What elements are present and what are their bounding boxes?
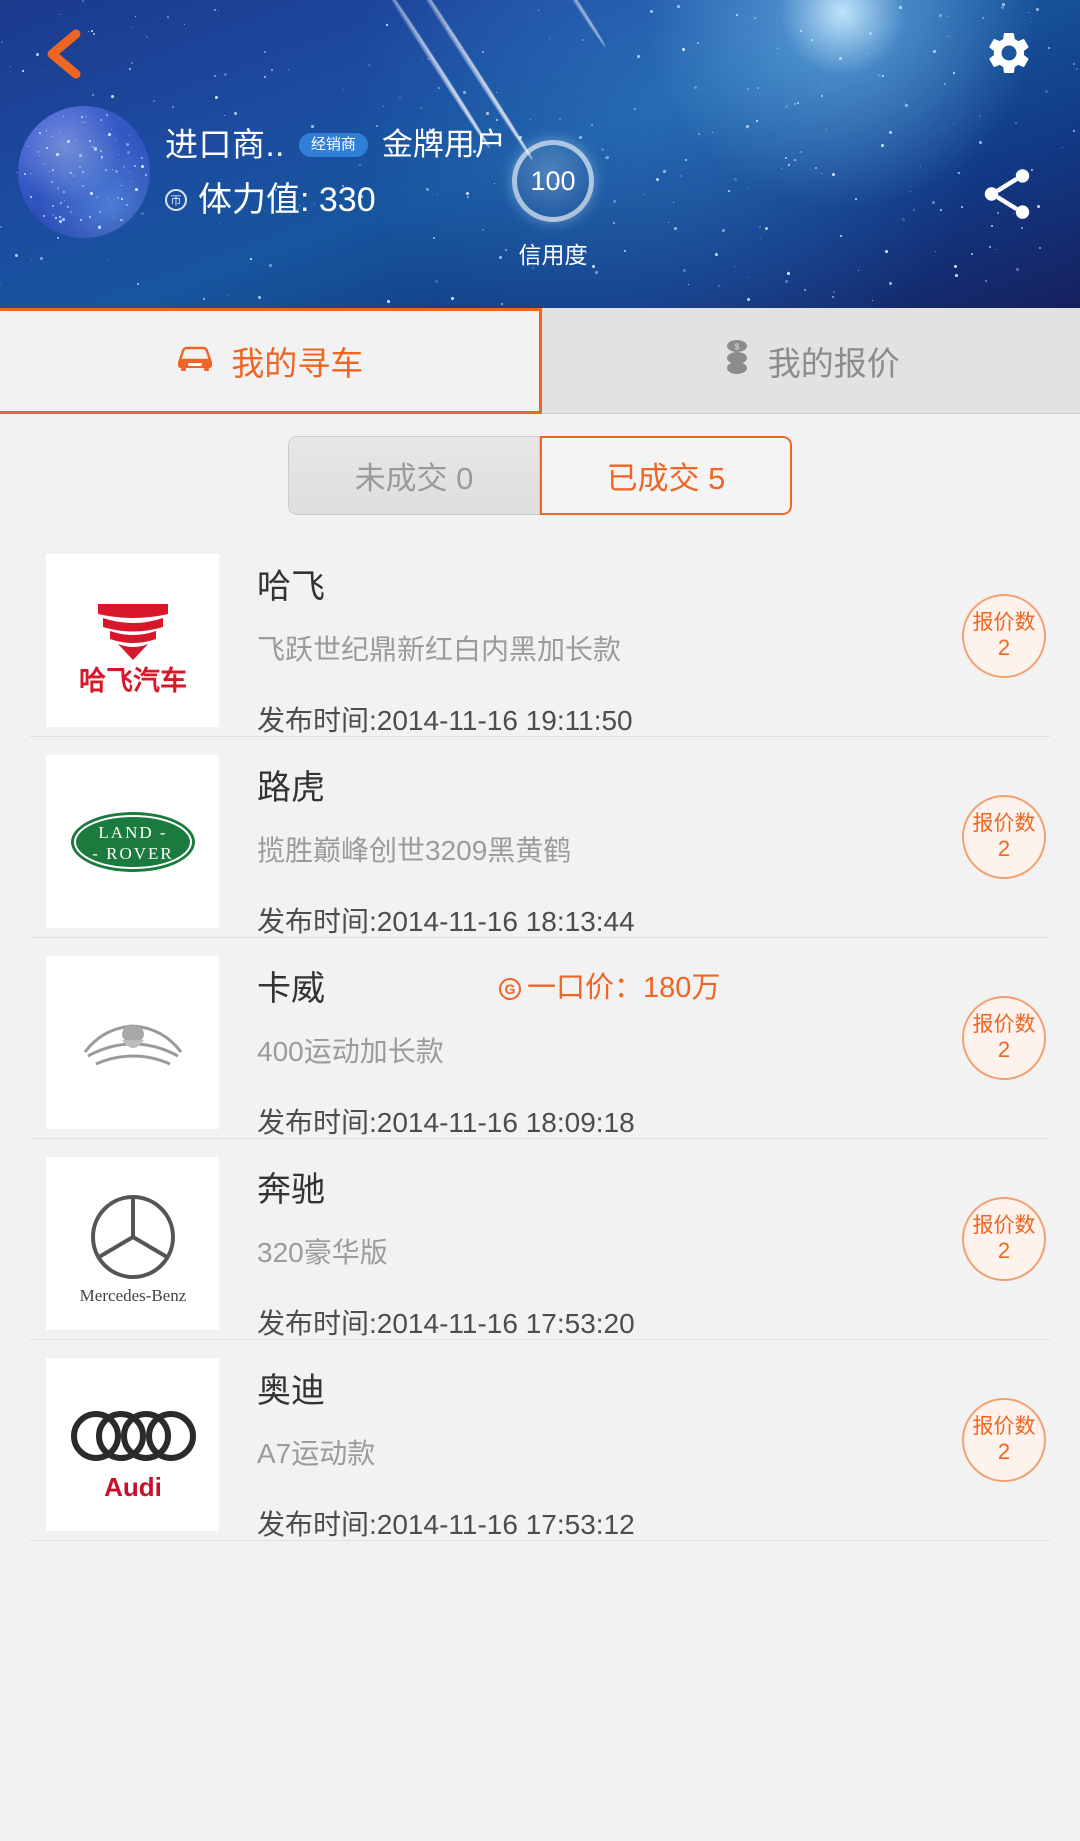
car-request-row[interactable]: 哈飞汽车 哈飞飞跃世纪鼎新红白内黑加长款 发布时间:2014-11-16 19:11… (30, 536, 1050, 737)
quote-badge-label: 报价数 (972, 1213, 1036, 1237)
car-info: 奥迪 A7运动款发布时间:2014-11-16 17:53:12 (219, 1358, 1050, 1539)
credit-score-value: 100 (530, 165, 576, 196)
car-model-desc: 飞跃世纪鼎新红白内黑加长款 (257, 634, 622, 665)
car-info: 哈飞飞跃世纪鼎新红白内黑加长款 发布时间:2014-11-16 19:11:50 (219, 554, 1050, 735)
quote-count-badge[interactable]: 报价数 2 (962, 795, 1046, 879)
avatar[interactable] (18, 106, 150, 238)
brand-logo: LAND - - ROVER (46, 755, 219, 928)
quote-count-badge[interactable]: 报价数 2 (962, 1197, 1046, 1281)
quote-badge-label: 报价数 (972, 1414, 1036, 1438)
car-request-list: 哈飞汽车 哈飞飞跃世纪鼎新红白内黑加长款 发布时间:2014-11-16 19:11… (0, 536, 1080, 1541)
car-info: 奔驰 320豪华版发布时间:2014-11-16 17:53:20 (219, 1157, 1050, 1338)
quote-badge-label: 报价数 (972, 610, 1036, 634)
tab-my-quotes[interactable]: $ 我的报价 (541, 308, 1080, 414)
credit-score-circle: 100 (512, 140, 594, 222)
credit-score-widget[interactable]: 100 信用度 (512, 140, 594, 270)
car-model-desc: A7运动款 (257, 1438, 376, 1469)
car-info: 卡威 G 一口价：180万 400运动加长款 发布时间:2014-11-16 18:09… (219, 956, 1050, 1137)
car-request-row[interactable]: Mercedes-Benz 奔驰 320豪华版发布时间:2014-11-16 17:… (30, 1139, 1050, 1340)
back-button[interactable] (34, 22, 98, 86)
car-brand-name: 奔驰 (257, 1171, 325, 1209)
svg-text:LAND -: LAND - (98, 823, 167, 842)
quote-badge-label: 报价数 (972, 1012, 1036, 1036)
gold-user-label: 金牌用户 (381, 127, 506, 162)
main-tabbar: 我的寻车 $ 我的报价 (0, 308, 1080, 414)
car-brand-name: 奥迪 (257, 1372, 325, 1410)
car-model-desc: 400运动加长款 (257, 1036, 444, 1067)
car-model-desc: 揽胜巅峰创世3209黑黄鹤 (257, 835, 572, 866)
status-filter-area: 未成交 0 已成交 5 (0, 414, 1080, 536)
brand-logo (46, 956, 219, 1129)
credit-score-label: 信用度 (518, 242, 588, 268)
quote-badge-count: 2 (997, 634, 1011, 660)
car-request-row[interactable]: Audi 奥迪 A7运动款发布时间:2014-11-16 17:53:12 报价数 2 (30, 1340, 1050, 1541)
gear-icon[interactable] (984, 28, 1034, 78)
publish-time: 发布时间:2014-11-16 17:53:12 (257, 1509, 635, 1540)
car-model-desc: 320豪华版 (257, 1237, 388, 1268)
fixed-price-tag: G 一口价：180万 (499, 974, 720, 1003)
tab-label: 我的报价 (767, 344, 900, 382)
svg-text:哈飞汽车: 哈飞汽车 (79, 665, 187, 696)
segment-dealt[interactable]: 已成交 5 (540, 435, 792, 515)
tab-my-car-search[interactable]: 我的寻车 (0, 308, 542, 414)
energy-icon: 帀 (165, 189, 187, 211)
publish-time: 发布时间:2014-11-16 17:53:20 (257, 1308, 635, 1339)
tab-label: 我的寻车 (231, 345, 364, 382)
svg-text:Audi: Audi (104, 1472, 162, 1502)
dealer-badge: 经销商 (298, 132, 368, 157)
share-icon[interactable] (976, 163, 1038, 225)
car-brand-name: 路虎 (257, 769, 325, 807)
svg-text:$: $ (735, 342, 740, 351)
price-coin-icon: G (499, 977, 521, 1000)
brand-logo: Mercedes-Benz (46, 1157, 219, 1330)
coins-icon: $ (722, 338, 752, 384)
quote-badge-count: 2 (997, 835, 1011, 861)
status-segmented-control: 未成交 0 已成交 5 (288, 435, 792, 515)
quote-count-badge[interactable]: 报价数 2 (962, 594, 1046, 678)
car-brand-name: 哈飞 (257, 568, 325, 606)
quote-badge-count: 2 (997, 1237, 1011, 1263)
fixed-price-text: 一口价：180万 (527, 972, 721, 1004)
car-request-row[interactable]: LAND - - ROVER 路虎揽胜巅峰创世3209黑黄鹤发布时间:2014-11… (30, 737, 1050, 938)
publish-time: 发布时间:2014-11-16 19:11:50 (257, 705, 633, 736)
segment-not-dealt[interactable]: 未成交 0 (288, 435, 540, 515)
quote-badge-label: 报价数 (972, 811, 1036, 835)
profile-header: 进口商.. 经销商 金牌用户 帀 体力值: 330 100 信用度 (0, 0, 1080, 308)
energy-row: 帀 体力值: 330 (165, 183, 376, 217)
quote-count-badge[interactable]: 报价数 2 (962, 996, 1046, 1080)
car-info: 路虎揽胜巅峰创世3209黑黄鹤发布时间:2014-11-16 18:13:44 (219, 755, 1050, 936)
user-name: 进口商.. (165, 126, 285, 163)
quote-count-badge[interactable]: 报价数 2 (962, 1398, 1046, 1482)
svg-text:- ROVER: - ROVER (92, 844, 174, 863)
publish-time: 发布时间:2014-11-16 18:13:44 (257, 906, 635, 937)
brand-logo: 哈飞汽车 (46, 554, 219, 727)
quote-badge-count: 2 (997, 1036, 1011, 1062)
quote-badge-count: 2 (997, 1438, 1011, 1464)
energy-value: 体力值: 330 (198, 181, 376, 219)
user-identity-row: 进口商.. 经销商 金牌用户 (165, 128, 506, 161)
brand-logo: Audi (46, 1358, 219, 1531)
car-icon (175, 342, 215, 380)
publish-time: 发布时间:2014-11-16 18:09:18 (257, 1107, 635, 1138)
svg-text:Mercedes-Benz: Mercedes-Benz (79, 1286, 186, 1305)
meteor-decoration (516, 0, 608, 49)
car-request-row[interactable]: 卡威 G 一口价：180万 400运动加长款 发布时间:2014-11-16 18:09… (30, 938, 1050, 1139)
